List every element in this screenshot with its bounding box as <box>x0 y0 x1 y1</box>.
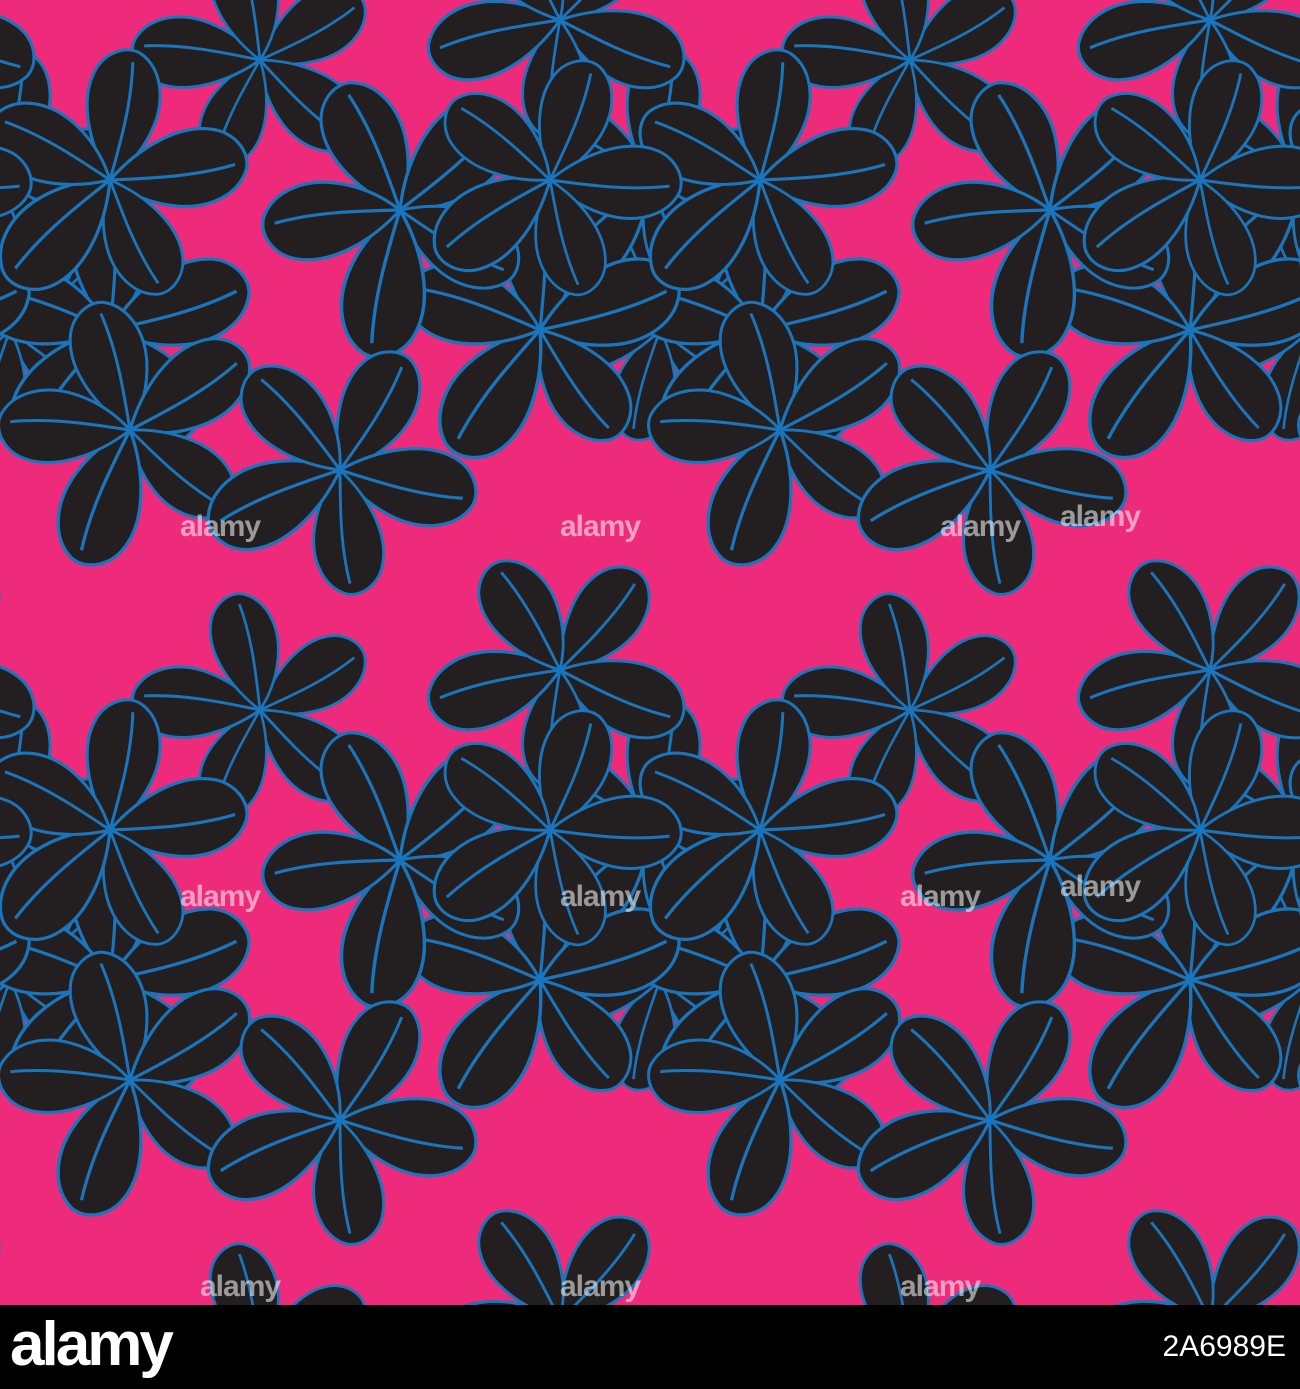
image-id-label: 2A6989E <box>1162 1330 1286 1363</box>
footer-logo: alamy <box>10 1310 174 1379</box>
stock-footer-bar: alamy 2A6989E <box>0 1305 1300 1389</box>
floral-pattern-image: alamy alamy alamy alamy alamy alamy alamy alamy… <box>0 0 1300 1305</box>
floral-pattern-svg <box>0 0 1300 1305</box>
